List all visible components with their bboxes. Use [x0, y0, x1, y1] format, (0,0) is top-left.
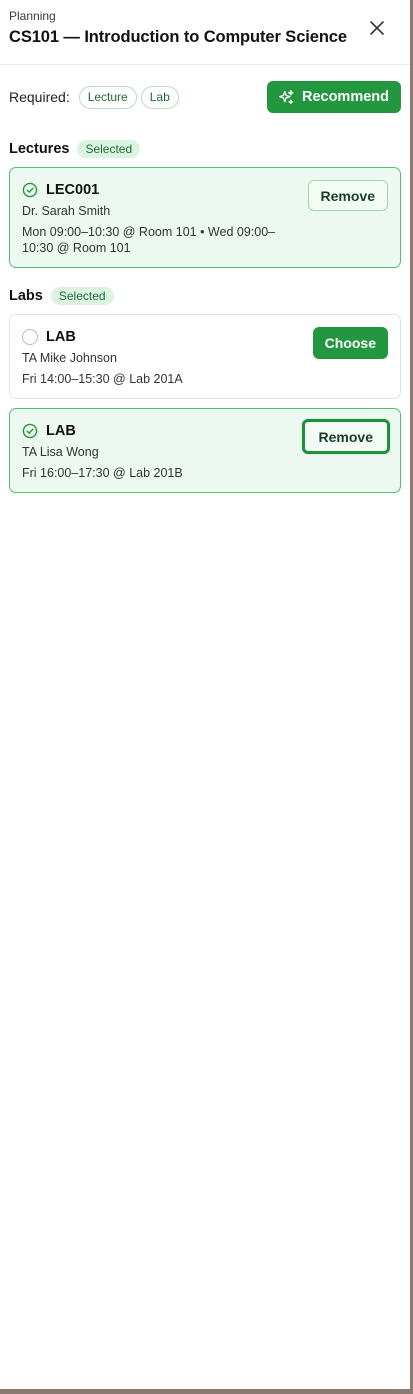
schedule-text: Fri 14:00–15:30 @ Lab 201A: [22, 372, 183, 386]
labs-section-header: Labs Selected: [0, 286, 410, 306]
recommend-label: Recommend: [301, 89, 389, 105]
choose-button[interactable]: Choose: [312, 327, 388, 359]
lectures-section-header: Lectures Selected: [0, 139, 410, 159]
window-edge-bottom: [0, 1389, 413, 1394]
sparkles-icon: [279, 89, 294, 104]
schedule-text: Fri 16:00–17:30 @ Lab 201B: [22, 466, 183, 480]
section-code: LAB: [46, 329, 76, 345]
panel-header: Planning CS101 — Introduction to Compute…: [0, 0, 410, 65]
schedule-text: Mon 09:00–10:30 @ Room 101 • Wed 09:00–1…: [22, 225, 276, 255]
requirement-chip-lab: Lab: [140, 85, 179, 109]
labs-title: Labs: [9, 288, 43, 304]
requirement-chip-lecture: Lecture: [78, 85, 137, 109]
remove-button[interactable]: Remove: [301, 419, 390, 454]
required-label: Required:: [9, 89, 70, 105]
check-circle-icon: [22, 182, 38, 198]
lecture-card-lec001[interactable]: LEC001 Dr. Sarah Smith Mon 09:00–10:30 @…: [9, 167, 401, 268]
lab-card-lab201a[interactable]: LAB TA Mike Johnson Fri 14:00–15:30 @ La…: [9, 314, 401, 399]
status-badge: Selected: [50, 287, 114, 305]
lectures-title: Lectures: [9, 141, 70, 157]
panel-eyebrow: Planning: [9, 9, 56, 23]
unselected-radio-icon[interactable]: [22, 329, 38, 345]
section-code: LEC001: [46, 182, 100, 198]
requirements-row: Required: Lecture Lab Recommend: [0, 81, 410, 113]
section-code: LAB: [46, 423, 76, 439]
lab-card-lab201b[interactable]: LAB TA Lisa Wong Fri 16:00–17:30 @ Lab 2…: [9, 408, 401, 493]
planning-panel: Planning CS101 — Introduction to Compute…: [0, 0, 410, 1389]
check-circle-icon: [22, 423, 38, 439]
close-button[interactable]: [366, 17, 388, 39]
close-icon: [370, 21, 384, 35]
recommend-button[interactable]: Recommend: [266, 81, 401, 113]
status-badge: Selected: [77, 140, 141, 158]
remove-button[interactable]: Remove: [307, 180, 388, 211]
page-title: CS101 — Introduction to Computer Science: [9, 28, 347, 46]
